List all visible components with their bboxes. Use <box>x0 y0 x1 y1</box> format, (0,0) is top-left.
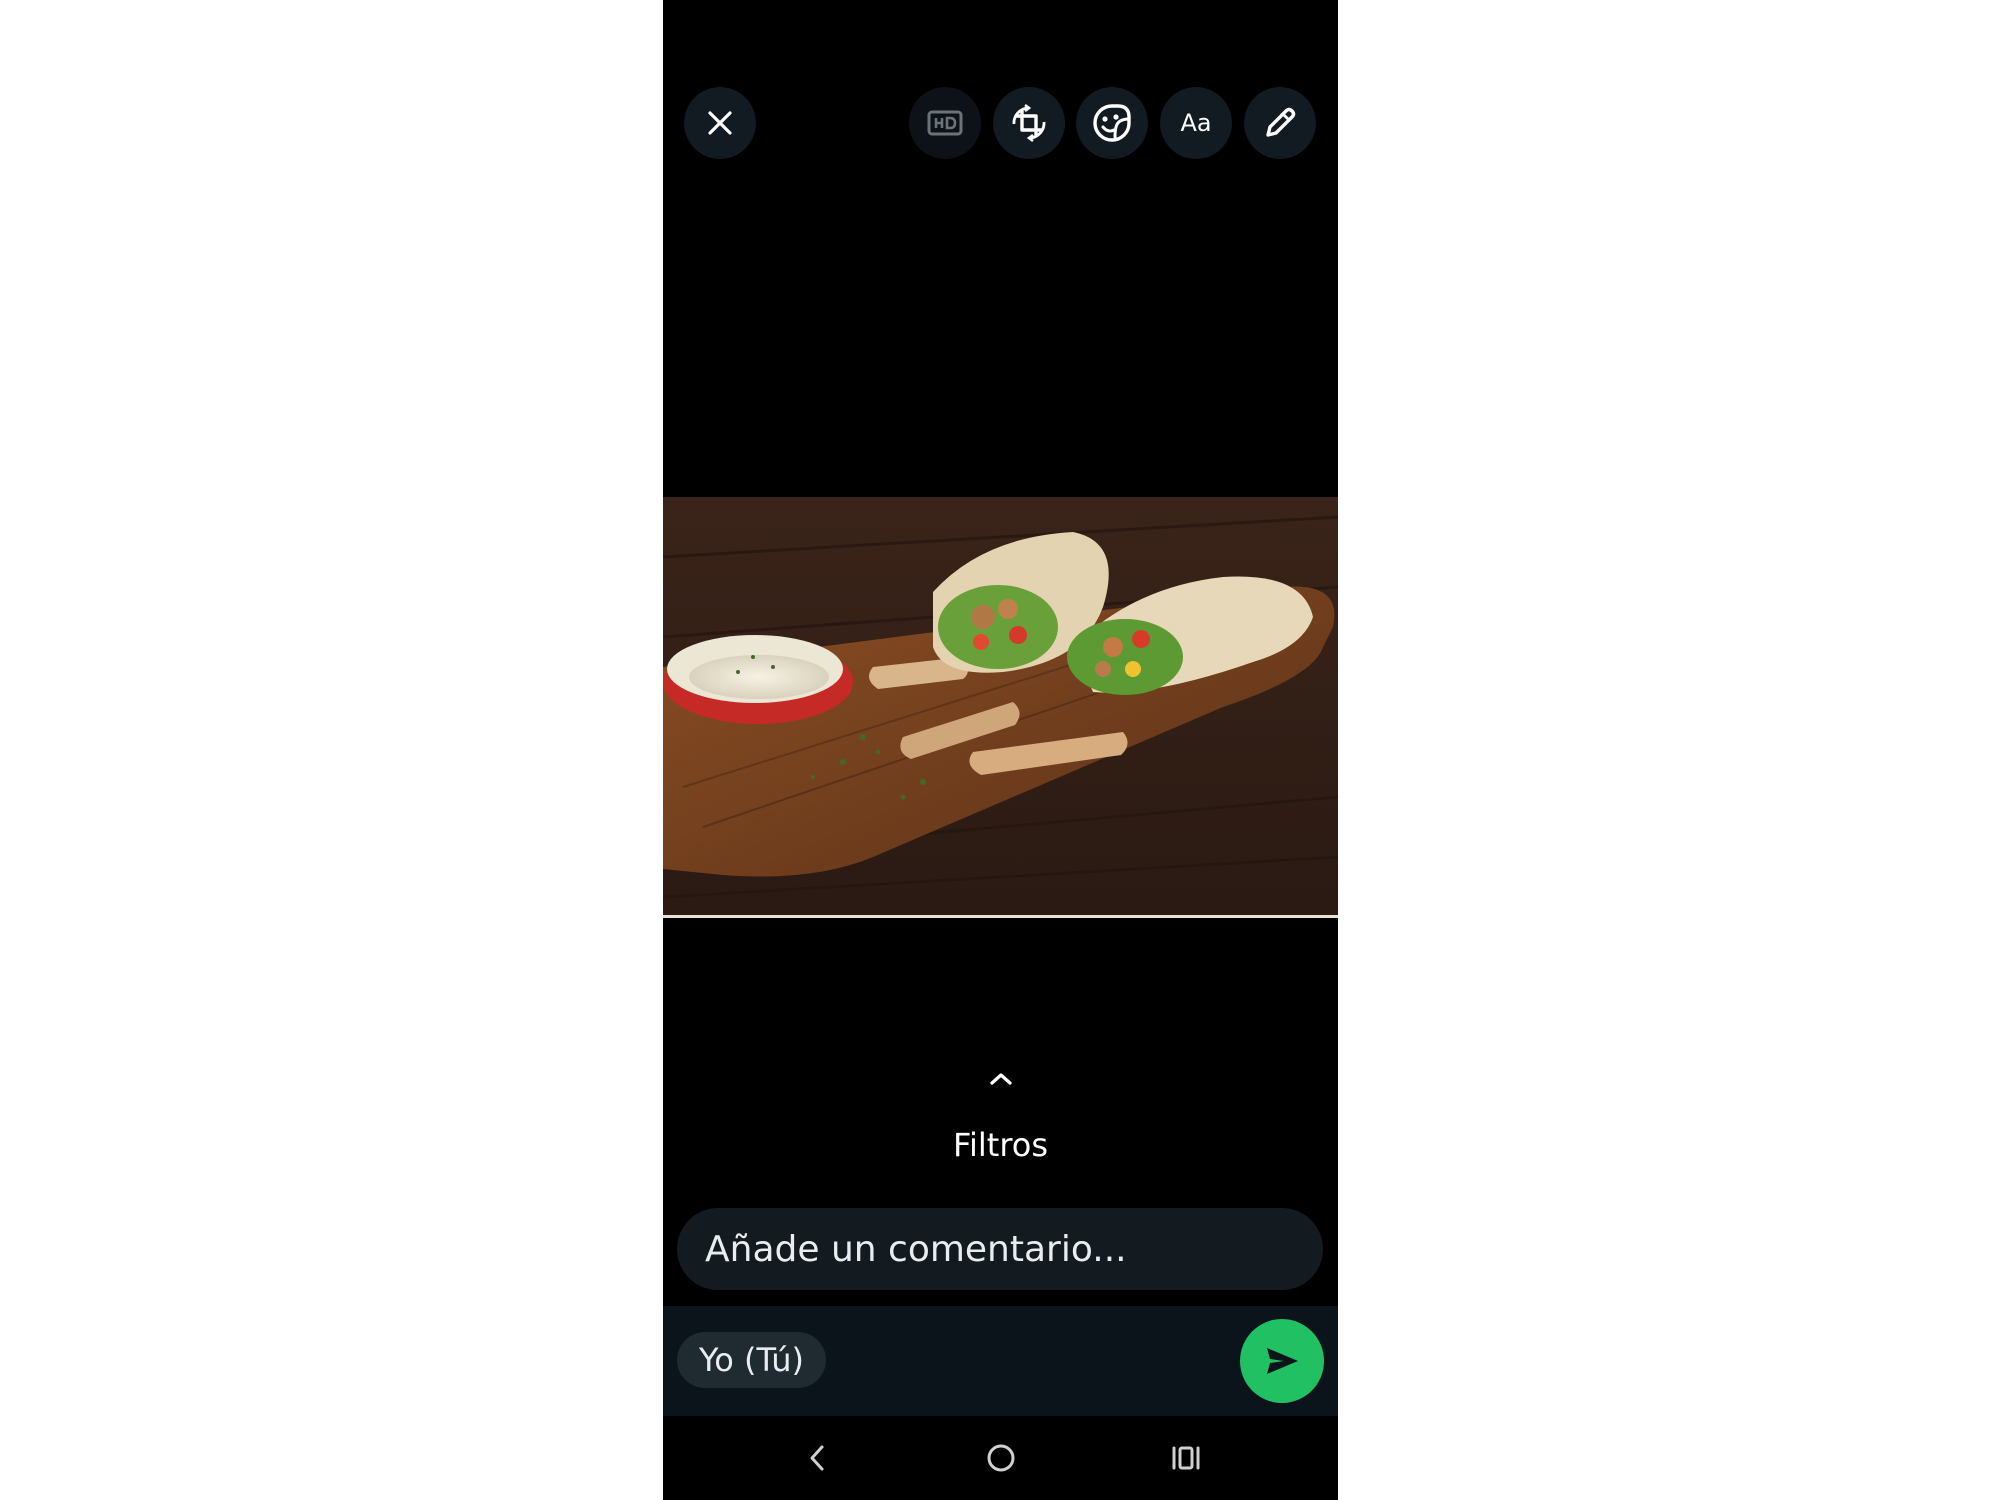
home-button[interactable] <box>981 1438 1021 1478</box>
recents-button[interactable] <box>1166 1438 1206 1478</box>
close-icon <box>708 111 732 135</box>
text-button-label: Aa <box>1180 109 1212 137</box>
send-bar: Yo (Tú) <box>663 1306 1338 1416</box>
draw-button[interactable] <box>1244 87 1316 159</box>
phone-screen: Aa Filtros Añade un comentario... Yo (Tú… <box>663 0 1338 1500</box>
back-icon <box>810 1445 824 1471</box>
system-nav-bar <box>663 1416 1338 1500</box>
food-photo[interactable] <box>663 497 1338 918</box>
pencil-icon <box>1266 107 1296 137</box>
filters-label[interactable]: Filtros <box>663 1126 1338 1164</box>
chevron-up-icon <box>989 1073 1012 1085</box>
recipient-chip[interactable]: Yo (Tú) <box>677 1332 826 1388</box>
sticker-icon <box>1093 104 1131 142</box>
crop-rotate-icon <box>1012 103 1046 143</box>
text-button[interactable]: Aa <box>1160 87 1232 159</box>
filters-toggle[interactable] <box>663 1070 1338 1091</box>
home-icon <box>987 1444 1015 1472</box>
sticker-button[interactable] <box>1076 87 1148 159</box>
back-button[interactable] <box>797 1438 837 1478</box>
hd-button[interactable] <box>909 87 981 159</box>
send-icon <box>1267 1348 1298 1374</box>
comment-input[interactable]: Añade un comentario... <box>677 1208 1323 1290</box>
wrap-photo-illustration <box>663 497 1338 915</box>
comment-placeholder: Añade un comentario... <box>705 1228 1127 1270</box>
recents-icon <box>1172 1446 1200 1470</box>
close-button[interactable] <box>684 87 756 159</box>
crop-rotate-button[interactable] <box>993 87 1065 159</box>
send-button[interactable] <box>1240 1319 1324 1403</box>
hd-icon <box>927 110 963 136</box>
